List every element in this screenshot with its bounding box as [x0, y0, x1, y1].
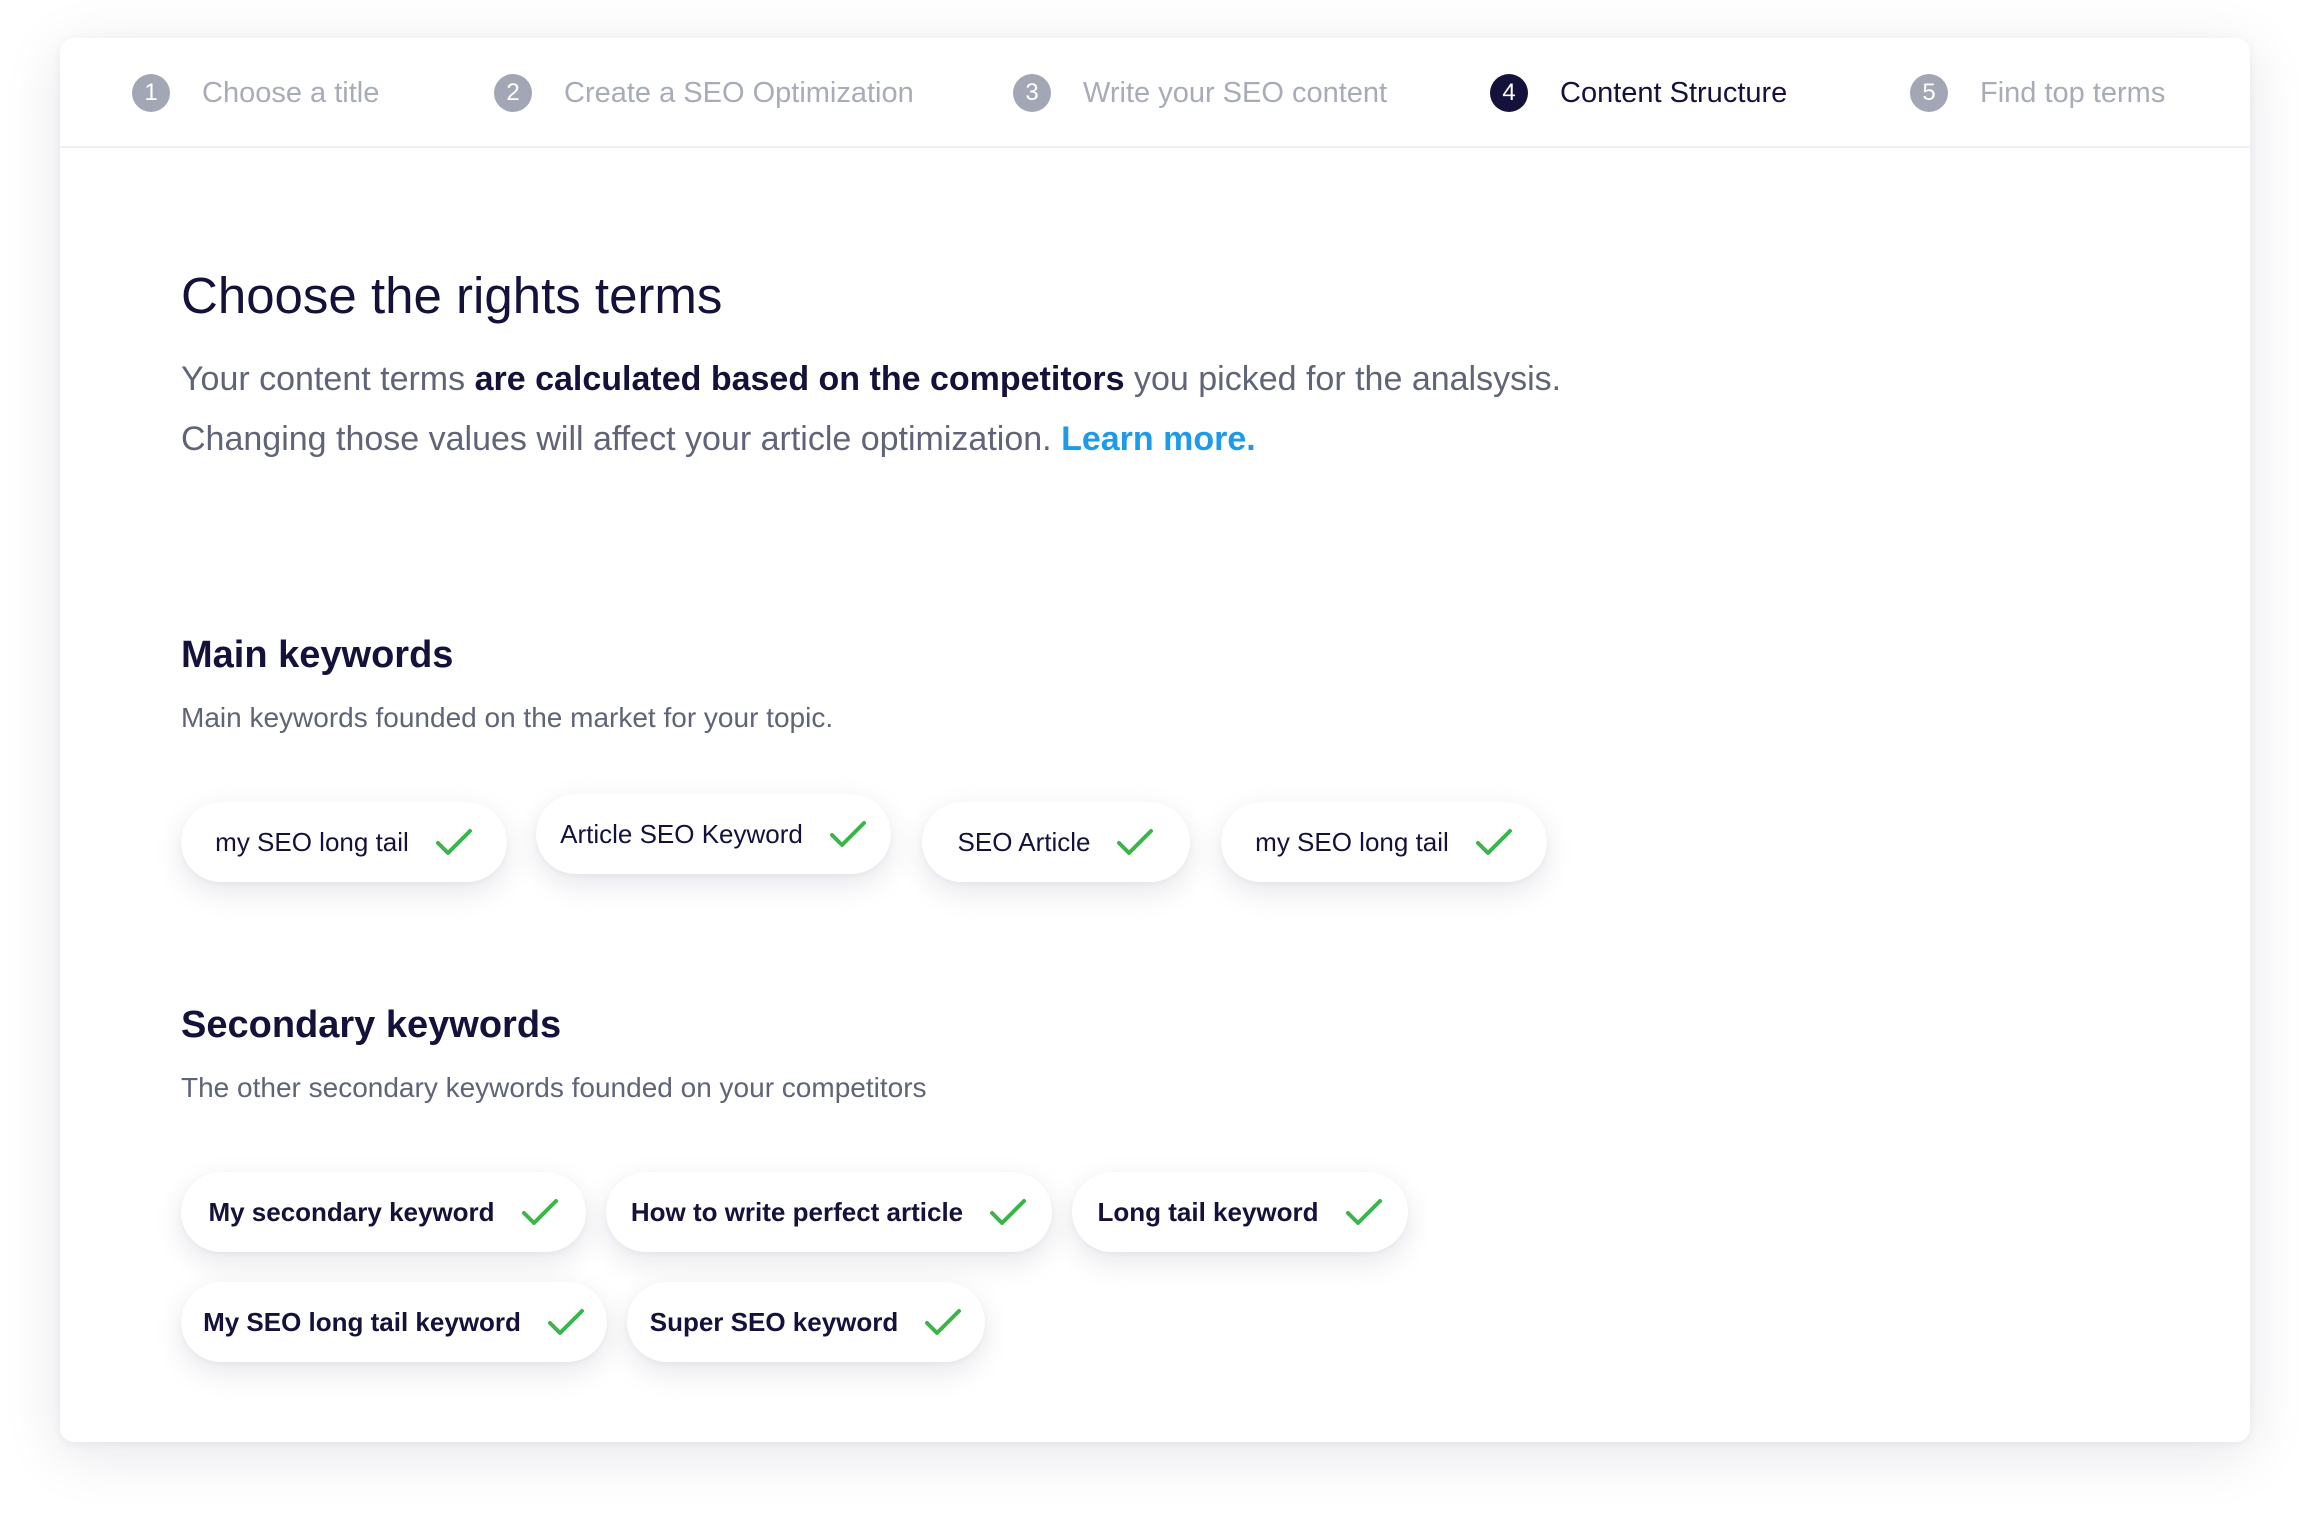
intro-line-1: Your content terms are calculated based … [181, 360, 1561, 399]
intro-emphasis: are calculated based on the competitors [474, 360, 1125, 398]
step-number: 2 [494, 74, 532, 112]
step-create-seo-optimization[interactable]: 2 Create a SEO Optimization [494, 38, 914, 148]
step-label: Write your SEO content [1083, 76, 1388, 109]
intro-text: you picked for the analsysis. [1124, 360, 1562, 398]
step-choose-title[interactable]: 1 Choose a title [132, 38, 379, 148]
keyword-chip-label: My secondary keyword [208, 1196, 495, 1227]
check-icon [1345, 1197, 1383, 1227]
check-icon [435, 827, 473, 857]
keyword-chip-label: my SEO long tail [215, 826, 409, 857]
keyword-chip-label: Super SEO keyword [649, 1306, 899, 1337]
keyword-chip-label: How to write perfect article [630, 1196, 964, 1227]
intro-text: Changing those values will affect your a… [181, 420, 1062, 458]
keyword-chip-label: my SEO long tail [1255, 826, 1449, 857]
step-label: Content Structure [1560, 76, 1788, 109]
step-number: 1 [132, 74, 170, 112]
keyword-chip[interactable]: My secondary keyword [181, 1172, 586, 1252]
step-label: Choose a title [202, 76, 380, 109]
keyword-chip[interactable]: my SEO long tail [181, 802, 507, 882]
stepper: 1 Choose a title 2 Create a SEO Optimiza… [60, 38, 2250, 148]
secondary-keywords-title: Secondary keywords [181, 1004, 562, 1046]
keyword-chip-label: Long tail keyword [1097, 1196, 1319, 1227]
step-number: 3 [1013, 74, 1051, 112]
keyword-chip-label: SEO Article [957, 826, 1091, 857]
keyword-chip[interactable]: SEO Article [922, 802, 1190, 882]
intro-line-2: Changing those values will affect your a… [181, 420, 1256, 459]
check-icon [924, 1307, 962, 1337]
step-label: Find top terms [1980, 76, 2166, 109]
main-keywords-title: Main keywords [181, 634, 454, 676]
keyword-chip[interactable]: Article SEO Keyword [536, 794, 891, 874]
step-label: Create a SEO Optimization [564, 76, 914, 109]
check-icon [521, 1197, 559, 1227]
keyword-chip[interactable]: Super SEO keyword [627, 1282, 985, 1362]
check-icon [1116, 827, 1154, 857]
intro-text: Your content terms [181, 360, 475, 398]
check-icon [547, 1307, 585, 1337]
page-title: Choose the rights terms [181, 267, 723, 324]
check-icon [989, 1197, 1027, 1227]
secondary-keywords-subtitle: The other secondary keywords founded on … [181, 1072, 927, 1103]
keyword-chip[interactable]: my SEO long tail [1221, 802, 1547, 882]
keyword-chip[interactable]: How to write perfect article [606, 1172, 1052, 1252]
keyword-chip-label: My SEO long tail keyword [203, 1306, 521, 1337]
step-content-structure[interactable]: 4 Content Structure [1490, 38, 1787, 148]
step-write-seo-content[interactable]: 3 Write your SEO content [1013, 38, 1387, 148]
step-number: 4 [1490, 74, 1528, 112]
learn-more-link[interactable]: Learn more. [1061, 420, 1256, 458]
keyword-chip[interactable]: My SEO long tail keyword [181, 1282, 607, 1362]
step-number: 5 [1910, 74, 1948, 112]
wizard-card: 1 Choose a title 2 Create a SEO Optimiza… [60, 38, 2250, 1442]
keyword-chip[interactable]: Long tail keyword [1072, 1172, 1408, 1252]
check-icon [1475, 827, 1513, 857]
step-find-top-terms[interactable]: 5 Find top terms [1910, 38, 2165, 148]
main-keywords-subtitle: Main keywords founded on the market for … [181, 702, 834, 733]
keyword-chip-label: Article SEO Keyword [560, 818, 803, 849]
check-icon [829, 819, 867, 849]
